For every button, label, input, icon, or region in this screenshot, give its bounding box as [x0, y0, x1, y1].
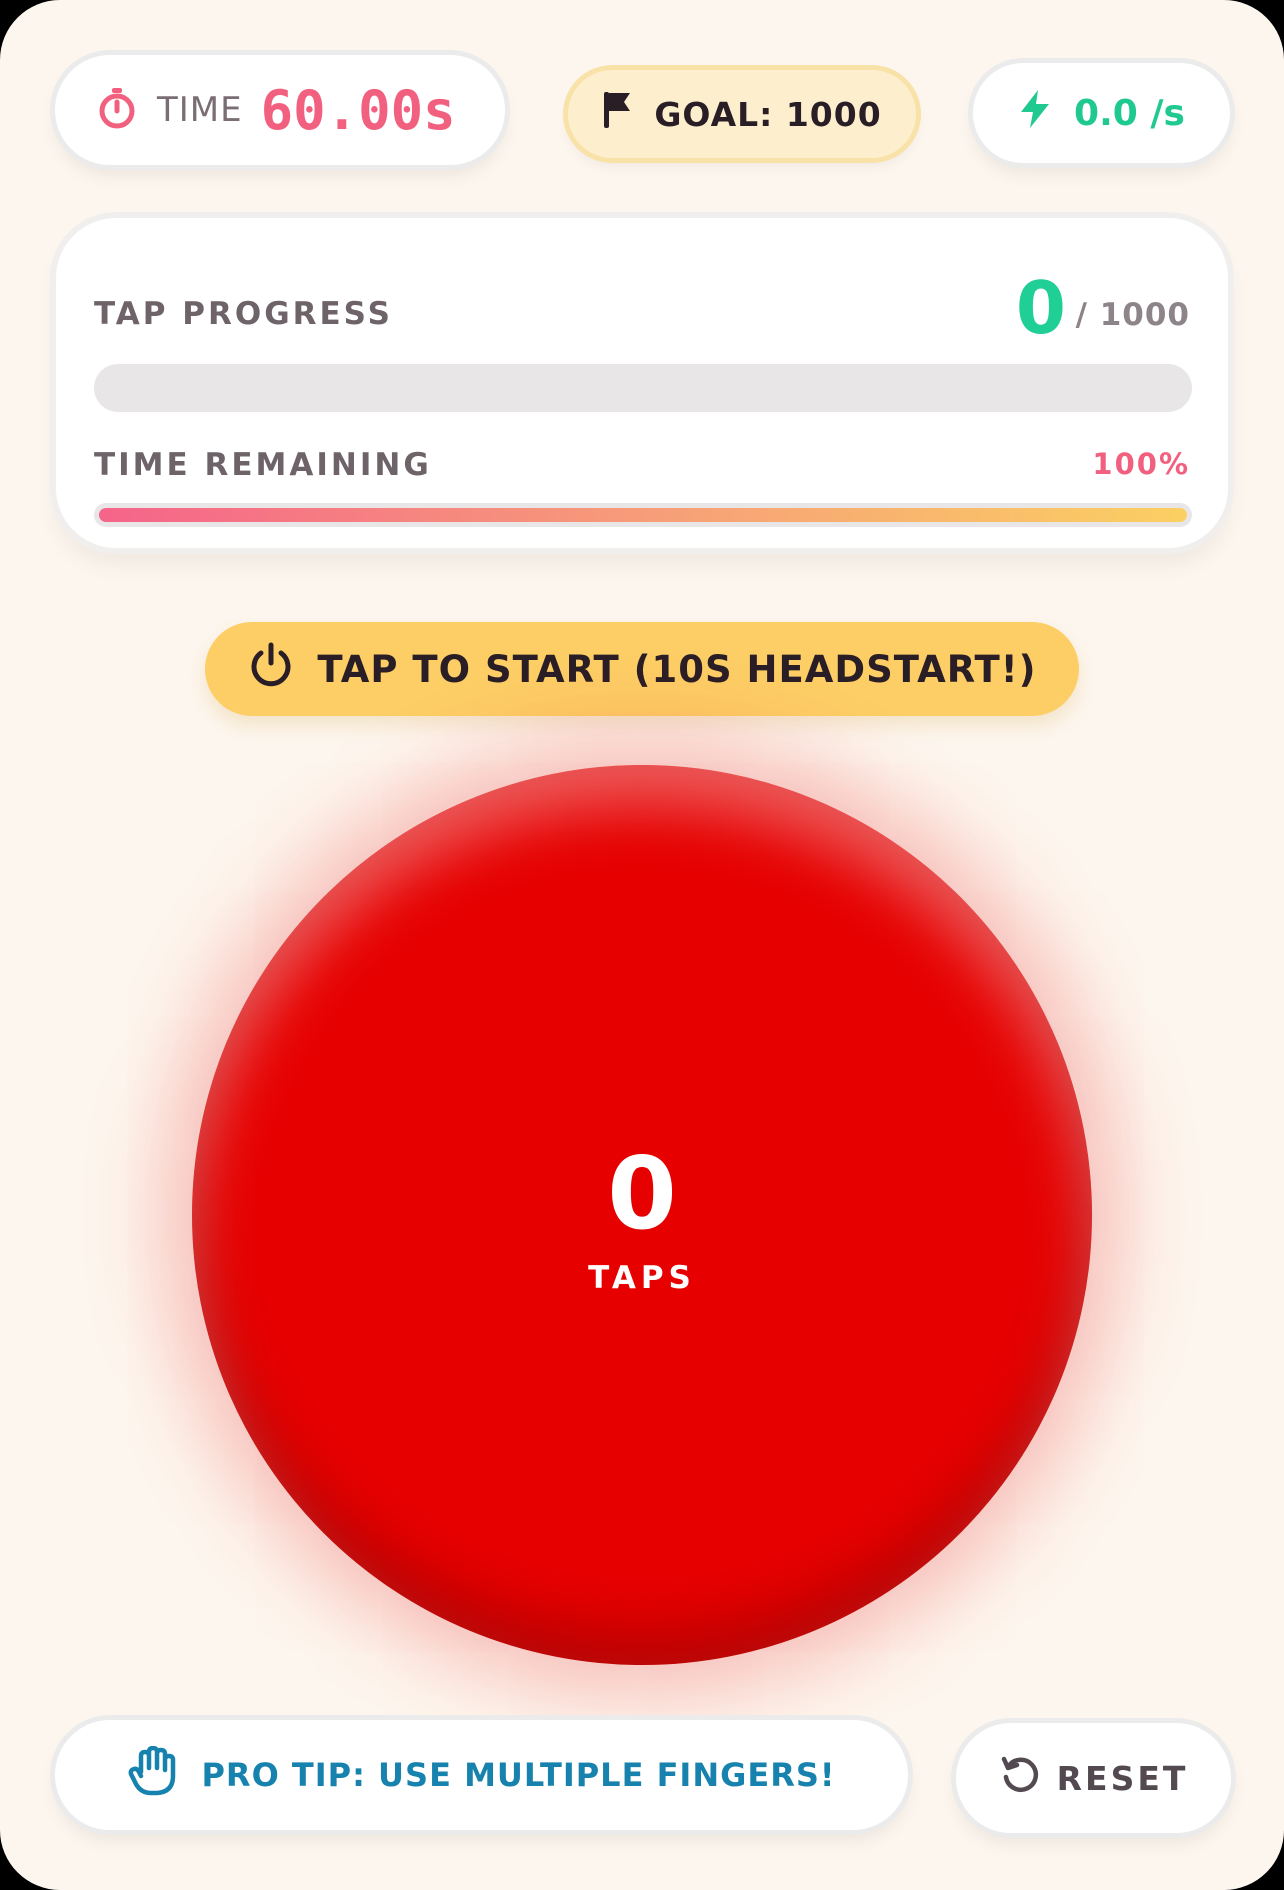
start-button-label: TAP TO START (10S HEADSTART!)	[317, 647, 1037, 691]
time-remaining-percent: 100%	[1092, 447, 1190, 481]
tap-count: 0	[607, 1135, 677, 1252]
flag-icon	[602, 90, 654, 138]
hand-icon	[127, 1745, 201, 1804]
stopwatch-icon	[97, 86, 137, 134]
pro-tip-label: PRO TIP: USE MULTIPLE FINGERS!	[201, 1756, 836, 1794]
time-label: TIME	[157, 90, 243, 130]
time-remaining-bar	[94, 503, 1192, 527]
tap-rate-display: 0.0 /s	[973, 63, 1230, 163]
goal-label: GOAL: 1000	[654, 94, 882, 134]
reset-button[interactable]: RESET	[956, 1723, 1231, 1833]
tap-progress-label: TAP PROGRESS	[94, 296, 393, 332]
game-screen: TIME 60.00s GOAL: 1000 0.0 /s TAP PROGRE…	[0, 0, 1284, 1890]
reset-label: RESET	[1056, 1758, 1189, 1798]
tap-button[interactable]: 0 TAPS	[192, 765, 1092, 1665]
time-value: 60.00s	[260, 78, 456, 142]
power-icon	[247, 641, 317, 698]
tap-label: TAPS	[588, 1260, 696, 1296]
time-remaining-label: TIME REMAINING	[94, 447, 432, 483]
tap-progress-goal: / 1000	[1075, 297, 1190, 333]
rate-label: 0.0 /s	[1074, 92, 1185, 134]
tap-progress-count: 0	[1015, 266, 1066, 350]
progress-card: TAP PROGRESS 0 / 1000 TIME REMAINING 100…	[56, 218, 1228, 548]
lightning-icon	[1018, 89, 1074, 138]
reset-icon	[999, 1753, 1057, 1803]
start-button[interactable]: TAP TO START (10S HEADSTART!)	[205, 622, 1079, 716]
goal-badge: GOAL: 1000	[568, 70, 916, 158]
tap-progress-bar	[94, 364, 1192, 412]
time-display: TIME 60.00s	[55, 55, 505, 165]
time-remaining-fill	[99, 508, 1187, 522]
pro-tip: PRO TIP: USE MULTIPLE FINGERS!	[55, 1720, 908, 1830]
